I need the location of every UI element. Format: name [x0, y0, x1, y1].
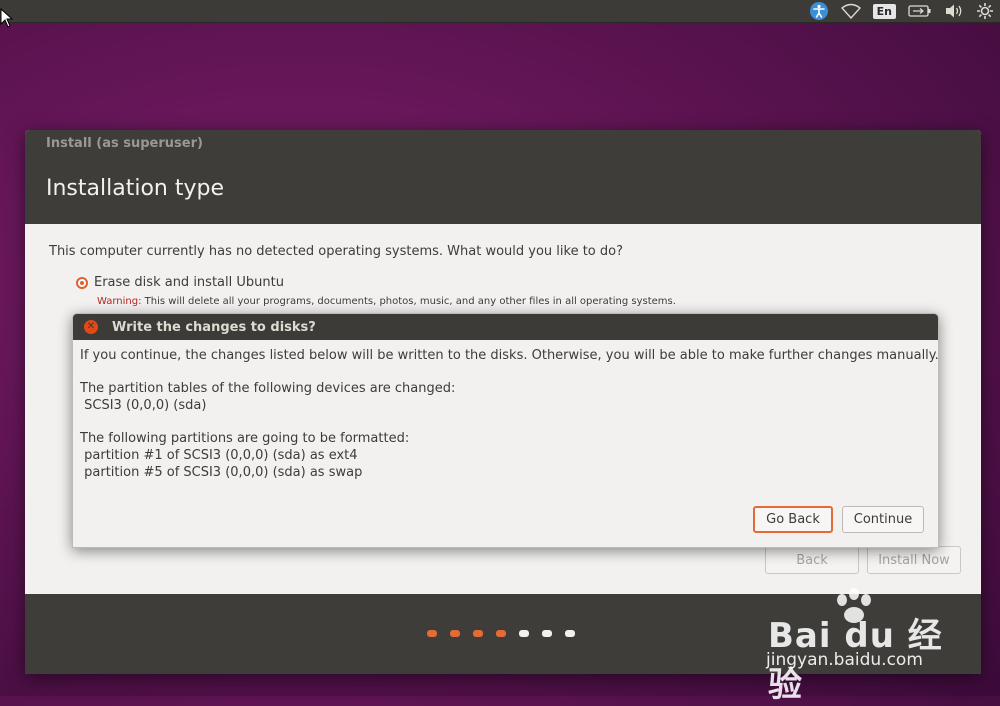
close-icon[interactable]: ✕ — [84, 320, 98, 334]
accessibility-icon[interactable] — [809, 0, 829, 22]
formatted-heading: The following partitions are going to be… — [80, 431, 410, 446]
volume-icon[interactable] — [944, 0, 964, 22]
progress-dot — [450, 630, 460, 637]
formatted-partition-2: partition #5 of SCSI3 (0,0,0) (sda) as s… — [80, 465, 363, 480]
progress-dot — [427, 630, 437, 637]
partition-tables-device: SCSI3 (0,0,0) (sda) — [80, 398, 207, 413]
warning-label: Warning: — [97, 296, 142, 307]
battery-icon[interactable] — [908, 0, 932, 22]
progress-dots — [427, 630, 575, 637]
installer-footer — [25, 594, 981, 674]
progress-dot — [565, 630, 575, 637]
warning-text: This will delete all your programs, docu… — [141, 296, 676, 307]
progress-dot — [496, 630, 506, 637]
dialog-titlebar: ✕ Write the changes to disks? — [73, 314, 938, 340]
progress-dot — [542, 630, 552, 637]
dialog-intro: If you continue, the changes listed belo… — [80, 348, 939, 363]
installation-question: This computer currently has no detected … — [49, 244, 623, 259]
option-erase-disk-label: Erase disk and install Ubuntu — [94, 275, 284, 290]
dialog-title: Write the changes to disks? — [112, 319, 316, 335]
wifi-icon[interactable] — [840, 0, 861, 22]
progress-dot — [473, 630, 483, 637]
top-panel: En — [0, 0, 1000, 23]
language-indicator: En — [872, 3, 896, 19]
install-now-button[interactable]: Install Now — [867, 546, 961, 574]
continue-button[interactable]: Continue — [842, 506, 924, 533]
partition-tables-heading: The partition tables of the following de… — [80, 381, 456, 396]
installer-header: Install (as superuser) Installation type — [25, 130, 981, 224]
window-title: Install (as superuser) — [46, 136, 203, 151]
radio-selected-icon[interactable] — [76, 276, 88, 289]
progress-dot — [519, 630, 529, 637]
power-icon[interactable] — [976, 0, 994, 22]
system-tray: En — [809, 0, 1000, 22]
keyboard-language-icon[interactable]: En — [872, 0, 896, 22]
formatted-partition-1: partition #1 of SCSI3 (0,0,0) (sda) as e… — [80, 448, 358, 463]
option-erase-disk[interactable]: Erase disk and install Ubuntu — [76, 275, 284, 290]
page-title: Installation type — [46, 176, 224, 201]
go-back-button[interactable]: Go Back — [753, 506, 833, 533]
write-changes-dialog: ✕ Write the changes to disks? If you con… — [72, 313, 939, 548]
erase-warning: Warning: This will delete all your progr… — [97, 296, 676, 307]
back-button[interactable]: Back — [765, 546, 859, 574]
mouse-cursor-icon — [0, 8, 14, 28]
